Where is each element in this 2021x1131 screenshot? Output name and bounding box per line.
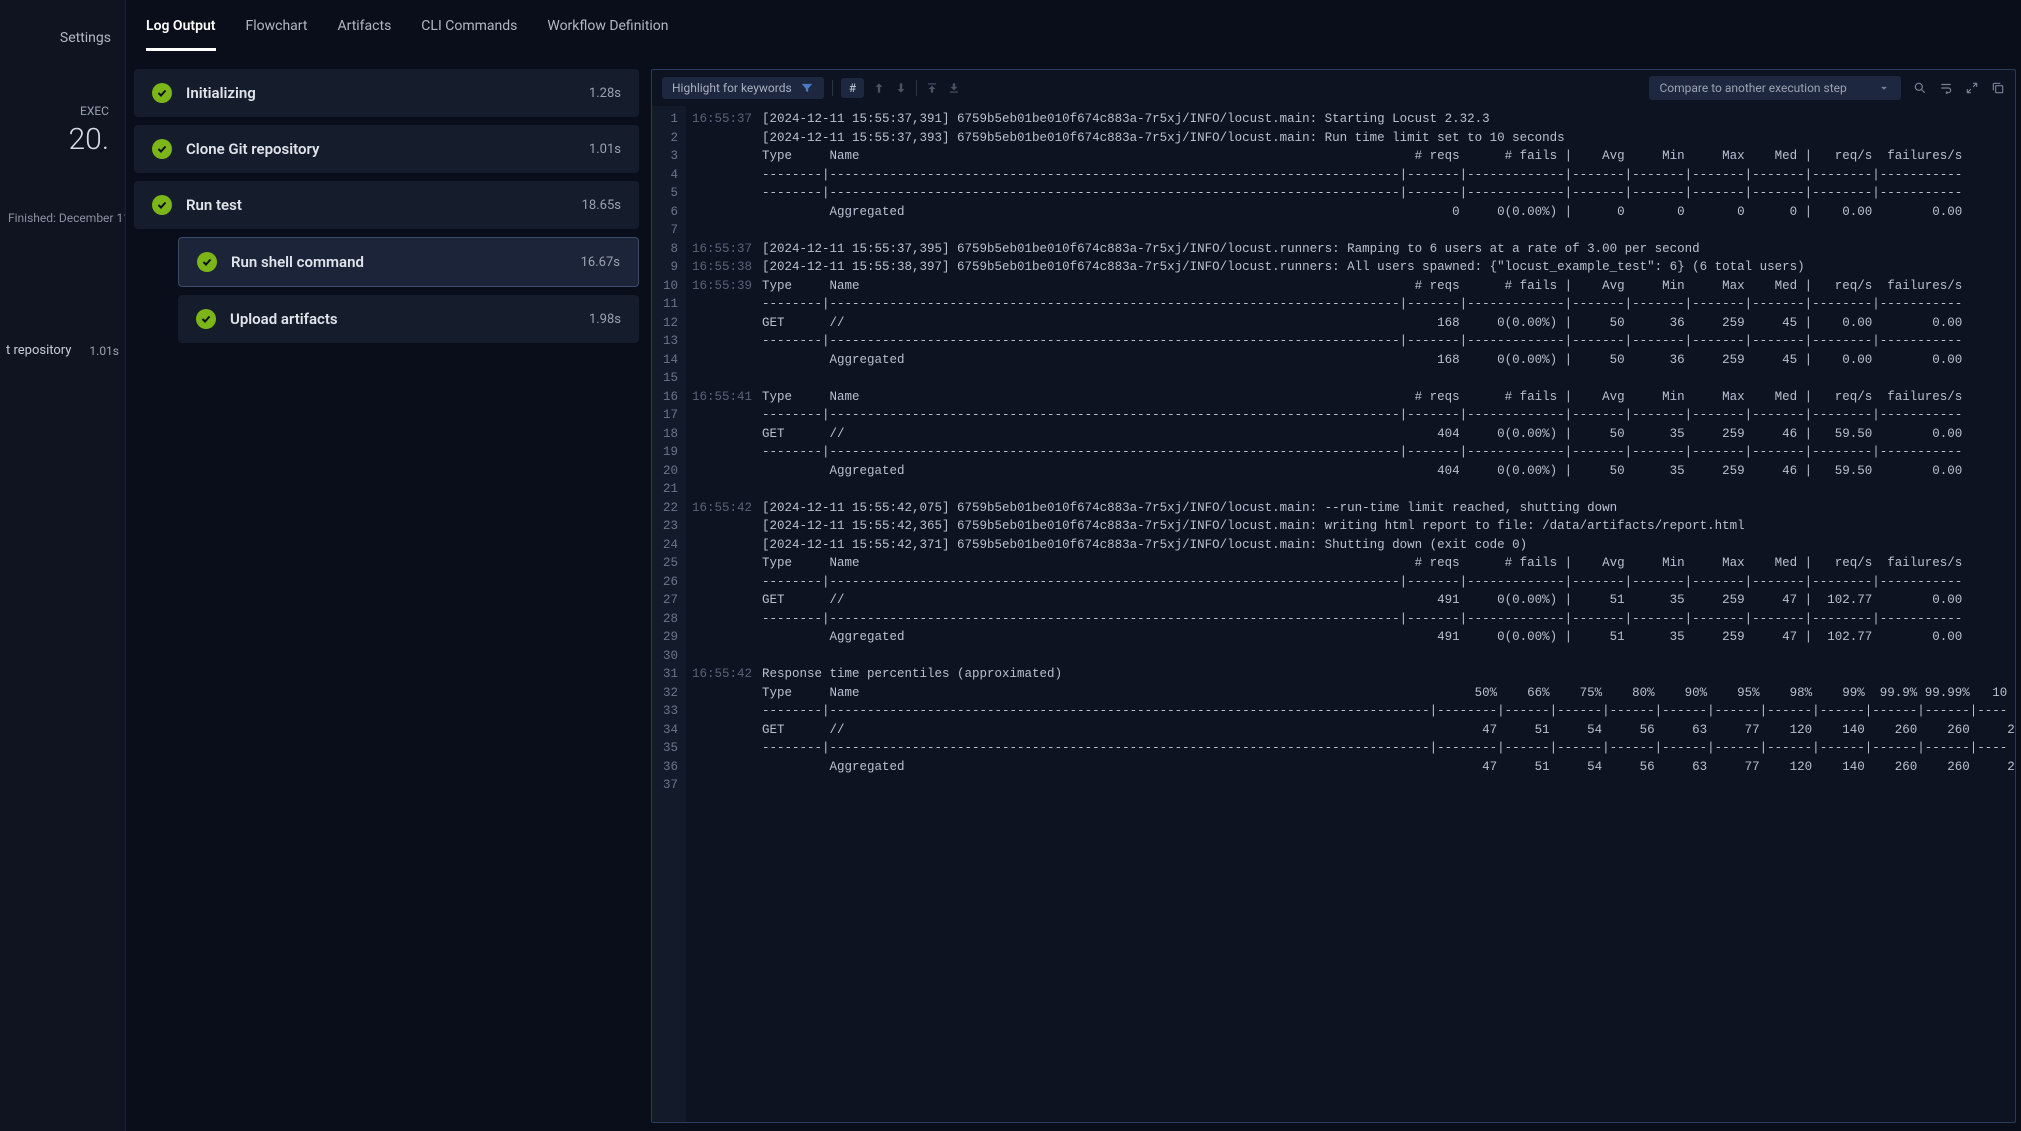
exec-label: EXEC — [18, 104, 109, 118]
step-duration: 1.28s — [589, 86, 621, 101]
repo-label: t repository — [6, 343, 71, 358]
log-lines: [2024-12-11 15:55:37,391] 6759b5eb01be01… — [760, 106, 2015, 1122]
step-label: Initializing — [186, 84, 575, 102]
step-run-shell-command[interactable]: Run shell command 16.67s — [178, 237, 639, 287]
compare-dropdown[interactable]: Compare to another execution step — [1649, 76, 1900, 100]
check-icon — [152, 195, 172, 215]
tab-log-output[interactable]: Log Output — [146, 12, 216, 51]
arrow-down-icon[interactable] — [894, 81, 908, 95]
step-label: Upload artifacts — [230, 310, 575, 328]
step-upload-artifacts[interactable]: Upload artifacts 1.98s — [178, 295, 639, 343]
wrap-icon[interactable] — [1939, 81, 1953, 95]
finished-timestamp: Finished: December 11 — [0, 203, 125, 233]
repo-row[interactable]: t repository 1.01s — [0, 323, 125, 366]
timestamp-gutter: 16:55:37 16:55:3716:55:3816:55:39 16:55:… — [686, 106, 760, 1122]
step-clone-git-repository[interactable]: Clone Git repository 1.01s — [134, 125, 639, 173]
step-duration: 1.01s — [589, 142, 621, 157]
step-label: Run shell command — [231, 253, 567, 271]
expand-icon[interactable] — [1965, 81, 1979, 95]
highlight-keywords-button[interactable]: Highlight for keywords — [662, 77, 824, 99]
check-icon — [152, 83, 172, 103]
step-label: Clone Git repository — [186, 140, 575, 158]
left-rail: Settings EXEC 20. Finished: December 11 … — [0, 0, 126, 1131]
step-duration: 18.65s — [582, 198, 621, 213]
step-label: Run test — [186, 196, 568, 214]
chevron-down-icon — [1877, 81, 1891, 95]
step-duration: 16.67s — [581, 255, 620, 270]
search-icon[interactable] — [1913, 81, 1927, 95]
repo-dur: 1.01s — [89, 344, 119, 358]
tab-flowchart[interactable]: Flowchart — [246, 12, 308, 51]
exec-summary: EXEC 20. — [10, 96, 117, 165]
step-run-test[interactable]: Run test 18.65s — [134, 181, 639, 229]
log-body[interactable]: 1234567891011121314151617181920212223242… — [652, 106, 2015, 1122]
exec-value: 20. — [18, 122, 109, 157]
log-toolbar: Highlight for keywords # — [652, 70, 2015, 106]
tab-cli-commands[interactable]: CLI Commands — [421, 12, 517, 51]
check-icon — [152, 139, 172, 159]
filter-icon — [800, 81, 814, 95]
step-initializing[interactable]: Initializing 1.28s — [134, 69, 639, 117]
check-icon — [197, 252, 217, 272]
step-duration: 1.98s — [589, 312, 621, 327]
check-icon — [196, 309, 216, 329]
tabs: Log Output Flowchart Artifacts CLI Commands… — [126, 0, 2021, 51]
tab-workflow-definition[interactable]: Workflow Definition — [547, 12, 668, 51]
copy-icon[interactable] — [1991, 81, 2005, 95]
line-number-gutter: 1234567891011121314151617181920212223242… — [652, 106, 686, 1122]
tab-artifacts[interactable]: Artifacts — [337, 12, 391, 51]
steps-list: Initializing 1.28s Clone Git repository 1.0… — [134, 69, 639, 1123]
jump-top-icon[interactable] — [925, 81, 939, 95]
log-pane: Highlight for keywords # — [651, 69, 2016, 1123]
jump-bottom-icon[interactable] — [947, 81, 961, 95]
line-jump-input[interactable]: # — [841, 78, 864, 98]
arrow-up-icon[interactable] — [872, 81, 886, 95]
nav-settings[interactable]: Settings — [0, 20, 125, 56]
